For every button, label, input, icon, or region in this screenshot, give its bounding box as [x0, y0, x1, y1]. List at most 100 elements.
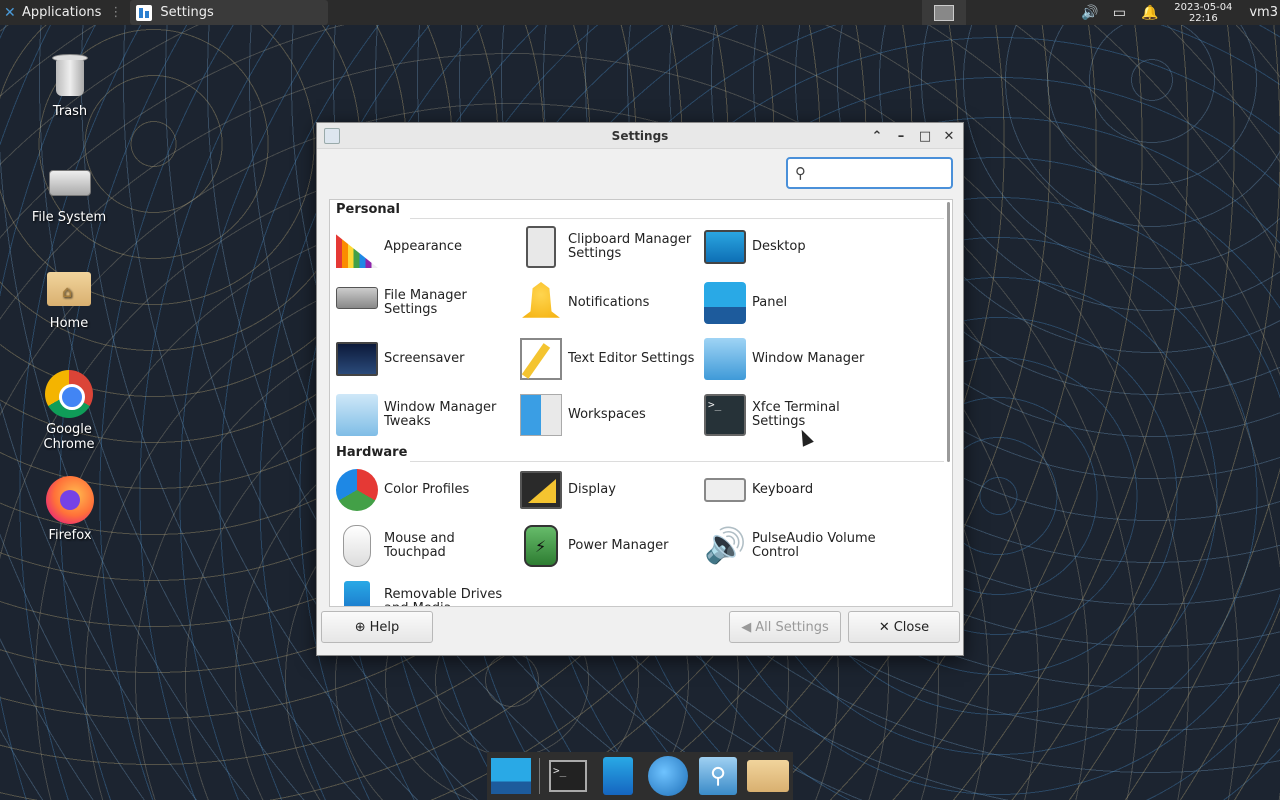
settings-item-label: Mouse and Touchpad — [384, 531, 455, 560]
settings-item-label: Clipboard Manager Settings — [568, 232, 692, 261]
settings-item-appearance[interactable]: Appearance — [336, 219, 520, 275]
settings-item-label: Workspaces — [568, 407, 646, 422]
settings-list: Personal Appearance Clipboard Manager Se… — [329, 199, 953, 607]
desktop-icon-label: Home — [49, 316, 89, 331]
bell-icon — [522, 282, 560, 318]
dock-item-web-browser[interactable] — [646, 754, 690, 798]
window-titlebar[interactable]: Settings ⌃ – □ ✕ — [317, 123, 963, 149]
desktop-icon-firefox[interactable]: Firefox — [20, 476, 120, 543]
settings-item-display[interactable]: Display — [520, 462, 704, 518]
settings-item-window-manager-tweaks[interactable]: Window Manager Tweaks — [336, 387, 520, 443]
clipboard-icon — [526, 226, 556, 268]
desktop-icon-label: Trash — [52, 104, 88, 119]
settings-item-keyboard[interactable]: Keyboard — [704, 462, 888, 518]
desktop-icon-label: Google Chrome — [43, 422, 95, 452]
settings-item-label: Removable Drives and Media — [384, 587, 503, 607]
dock-item-folder[interactable] — [746, 754, 790, 798]
top-panel: ✕ Applications ⋮ Settings 🔊 ▭ 🔔 2023-05-… — [0, 0, 1280, 25]
volume-icon[interactable]: 🔊 — [1081, 5, 1098, 21]
web-browser-icon — [648, 756, 688, 796]
close-button[interactable]: ✕ Close — [848, 611, 960, 643]
clock-time: 22:16 — [1188, 12, 1218, 24]
dock-item-show-desktop[interactable] — [489, 754, 533, 798]
speaker-icon: 🔊 — [704, 526, 747, 566]
settings-item-file-manager[interactable]: File Manager Settings — [336, 275, 520, 331]
search-box[interactable]: ⚲ — [786, 157, 982, 189]
text-editor-icon — [520, 338, 562, 380]
desktop-icon-trash[interactable]: Trash — [20, 52, 120, 119]
show-desktop-icon — [491, 758, 531, 794]
settings-item-label: Text Editor Settings — [568, 351, 695, 366]
workspaces-icon — [520, 394, 562, 436]
user-menu[interactable]: vm3 — [1249, 5, 1278, 20]
search-input[interactable] — [812, 165, 982, 181]
dock-item-terminal[interactable]: >_ — [546, 754, 590, 798]
window-icon[interactable] — [324, 128, 340, 144]
clock-date: 2023-05-04 — [1174, 1, 1233, 13]
settings-item-label: Appearance — [384, 239, 463, 254]
settings-item-mouse-touchpad[interactable]: Mouse and Touchpad — [336, 518, 520, 574]
keyboard-icon — [704, 478, 746, 502]
settings-item-xfce-terminal[interactable]: >_ Xfce Terminal Settings — [704, 387, 888, 443]
dock-separator — [539, 758, 540, 794]
minimize-button[interactable]: – — [891, 126, 911, 146]
settings-item-power-manager[interactable]: Power Manager — [520, 518, 704, 574]
trash-icon — [46, 52, 94, 100]
maximize-button[interactable]: □ — [915, 126, 935, 146]
section-title-personal: Personal — [336, 202, 400, 217]
all-settings-button[interactable]: ◀ All Settings — [729, 611, 841, 643]
settings-item-pulseaudio[interactable]: 🔊 PulseAudio Volume Control — [704, 518, 888, 574]
personal-grid: Appearance Clipboard Manager Settings De… — [330, 219, 948, 443]
home-folder-icon: ⌂ — [45, 264, 93, 312]
settings-item-label: PulseAudio Volume Control — [752, 531, 876, 560]
settings-window: Settings ⌃ – □ ✕ ⚲ Personal Appearance C… — [316, 122, 982, 656]
dock-item-file-manager[interactable] — [596, 754, 640, 798]
terminal-icon: >_ — [549, 760, 587, 792]
settings-item-label: Color Profiles — [384, 482, 470, 497]
desktop-icon-file-system[interactable]: File System — [19, 158, 119, 225]
color-profiles-icon — [336, 469, 378, 511]
settings-item-label: Desktop — [752, 239, 806, 254]
settings-item-label: Power Manager — [568, 538, 669, 553]
settings-item-desktop[interactable]: Desktop — [704, 219, 888, 275]
settings-item-workspaces[interactable]: Workspaces — [520, 387, 704, 443]
desktop-icon-home[interactable]: ⌂ Home — [19, 264, 119, 331]
drive-icon — [45, 158, 93, 206]
desktop-icon-label: Firefox — [48, 528, 92, 543]
usb-drive-icon — [344, 581, 370, 606]
desktop-icon-chrome[interactable]: Google Chrome — [19, 370, 119, 452]
settings-item-label: Screensaver — [384, 351, 465, 366]
window-controls: ⌃ – □ ✕ — [867, 126, 959, 146]
notification-bell-icon[interactable]: 🔔 — [1141, 5, 1158, 21]
help-icon: ⊕ — [354, 619, 366, 635]
settings-item-color-profiles[interactable]: Color Profiles — [336, 462, 520, 518]
settings-icon — [136, 4, 153, 21]
settings-item-panel[interactable]: Panel — [704, 275, 888, 331]
system-tray: 🔊 ▭ 🔔 2023-05-04 22:16 vm3 — [1081, 0, 1280, 25]
settings-item-text-editor[interactable]: Text Editor Settings — [520, 331, 704, 387]
dock-item-app-finder[interactable]: ⚲ — [696, 754, 740, 798]
taskbar-item-settings[interactable]: Settings — [130, 0, 329, 25]
settings-item-notifications[interactable]: Notifications — [520, 275, 704, 331]
terminal-icon: >_ — [704, 394, 746, 436]
battery-icon[interactable]: ▭ — [1111, 5, 1127, 21]
settings-item-screensaver[interactable]: Screensaver — [336, 331, 520, 387]
shade-button[interactable]: ⌃ — [867, 126, 887, 146]
firefox-icon — [46, 476, 94, 524]
section-title-hardware: Hardware — [336, 445, 408, 460]
settings-item-label: File Manager Settings — [384, 288, 467, 317]
close-window-button[interactable]: ✕ — [939, 126, 959, 146]
settings-item-removable-drives[interactable]: Removable Drives and Media — [336, 574, 520, 607]
applications-menu[interactable]: ✕ Applications ⋮ — [0, 0, 130, 25]
battery-power-icon — [524, 525, 558, 567]
clock[interactable]: 2023-05-04 22:16 — [1171, 2, 1235, 24]
all-settings-label: All Settings — [755, 619, 829, 635]
file-manager-icon — [336, 287, 378, 309]
workspace-switcher[interactable] — [922, 0, 966, 25]
screensaver-icon — [336, 342, 378, 376]
help-button[interactable]: ⊕ Help — [321, 611, 433, 643]
settings-item-window-manager[interactable]: Window Manager — [704, 331, 888, 387]
settings-item-clipboard-manager[interactable]: Clipboard Manager Settings — [520, 219, 704, 275]
vertical-scrollbar[interactable] — [947, 202, 950, 462]
folder-icon — [747, 760, 789, 792]
